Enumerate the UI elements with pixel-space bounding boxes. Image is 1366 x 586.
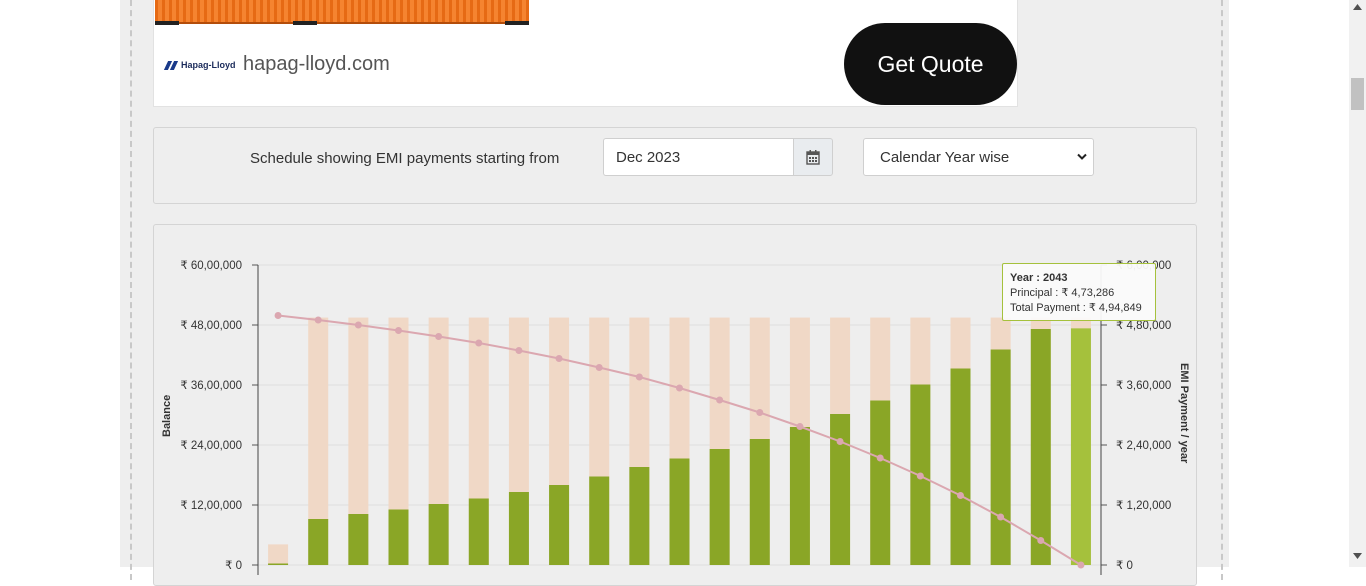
principal-bar xyxy=(589,476,610,565)
balance-point xyxy=(1077,561,1085,569)
start-month-input[interactable]: Dec 2023 xyxy=(603,138,793,176)
balance-point xyxy=(716,396,724,404)
balance-point xyxy=(836,438,844,445)
balance-point xyxy=(395,327,402,334)
principal-bar xyxy=(308,519,329,565)
principal-bar xyxy=(348,514,369,565)
scroll-thumb[interactable] xyxy=(1351,78,1364,110)
calendar-icon xyxy=(806,150,820,165)
balance-point xyxy=(515,347,523,354)
principal-bar xyxy=(709,449,730,565)
tooltip-total-payment: Total Payment : ₹ 4,94,849 xyxy=(1010,302,1142,314)
principal-bar xyxy=(1070,328,1091,565)
left-tick-label: ₹ 60,00,000 xyxy=(180,260,242,272)
balance-point xyxy=(1037,537,1045,544)
tooltip-year: Year : 2043 xyxy=(1010,272,1068,284)
left-axis-title: Balance xyxy=(161,395,173,437)
right-tick-label: ₹ 3,60,000 xyxy=(1116,380,1171,392)
principal-bar xyxy=(268,563,289,565)
principal-bar xyxy=(830,414,851,565)
balance-point xyxy=(475,339,483,347)
principal-bar xyxy=(508,492,529,565)
balance-point xyxy=(555,355,563,362)
tooltip-principal: Principal : ₹ 4,73,286 xyxy=(1010,287,1115,299)
brand-name: Hapag-Lloyd xyxy=(181,60,236,70)
balance-point xyxy=(876,454,884,462)
brand-logo[interactable]: Hapag-Lloyd xyxy=(164,60,236,70)
principal-bar xyxy=(468,498,489,565)
principal-bar xyxy=(789,427,810,565)
balance-point xyxy=(957,492,964,499)
principal-bar xyxy=(428,504,449,565)
total-payment-bar xyxy=(268,544,289,565)
principal-bar xyxy=(669,458,690,565)
principal-bar xyxy=(629,467,650,565)
balance-point xyxy=(676,384,683,392)
ad-image[interactable] xyxy=(155,0,529,25)
principal-bar xyxy=(1030,329,1051,565)
principal-bar xyxy=(990,349,1011,565)
balance-point xyxy=(314,316,322,324)
right-tick-label: ₹ 1,20,000 xyxy=(1116,500,1171,512)
balance-point xyxy=(796,423,804,430)
scrollbar[interactable] xyxy=(1349,0,1366,567)
balance-point xyxy=(595,364,603,371)
balance-point xyxy=(916,472,924,480)
balance-point xyxy=(274,312,282,319)
right-tick-label: ₹ 2,40,000 xyxy=(1116,440,1171,452)
left-tick-label: ₹ 0 xyxy=(225,560,242,572)
ad-domain[interactable]: hapag-lloyd.com xyxy=(243,53,390,76)
balance-point xyxy=(997,513,1005,521)
balance-point xyxy=(635,373,643,381)
calendar-button[interactable] xyxy=(793,138,833,176)
chevron-down-icon xyxy=(1077,153,1087,160)
principal-bar xyxy=(549,485,570,565)
schedule-panel: Schedule showing EMI payments starting f… xyxy=(153,127,1197,204)
right-tick-label: ₹ 0 xyxy=(1116,560,1133,572)
left-tick-label: ₹ 48,00,000 xyxy=(180,320,242,332)
schedule-view-value: Calendar Year wise xyxy=(880,149,1010,166)
left-tick-label: ₹ 12,00,000 xyxy=(180,500,242,512)
principal-bar xyxy=(950,368,971,565)
brand-logo-icon xyxy=(164,61,178,70)
principal-bar xyxy=(388,509,409,565)
scroll-down-icon[interactable] xyxy=(1353,553,1362,559)
schedule-view-select[interactable]: Calendar Year wise xyxy=(863,138,1094,176)
principal-bar xyxy=(870,400,891,565)
balance-point xyxy=(354,321,362,329)
left-tick-label: ₹ 36,00,000 xyxy=(180,380,242,392)
balance-point xyxy=(435,333,443,340)
right-axis-title: EMI Payment / year xyxy=(1178,363,1190,464)
left-tick-label: ₹ 24,00,000 xyxy=(180,440,242,452)
scroll-up-icon[interactable] xyxy=(1353,4,1362,10)
schedule-label: Schedule showing EMI payments starting f… xyxy=(250,150,560,167)
get-quote-button[interactable]: Get Quote xyxy=(844,23,1017,105)
principal-bar xyxy=(749,439,770,565)
chart-tooltip: Year : 2043 Principal : ₹ 4,73,286 Total… xyxy=(1002,263,1156,321)
right-tick-label: ₹ 4,80,000 xyxy=(1116,320,1171,332)
balance-point xyxy=(756,409,764,416)
ad-banner[interactable]: Hapag-Lloyd hapag-lloyd.com Get Quote xyxy=(153,0,1018,107)
